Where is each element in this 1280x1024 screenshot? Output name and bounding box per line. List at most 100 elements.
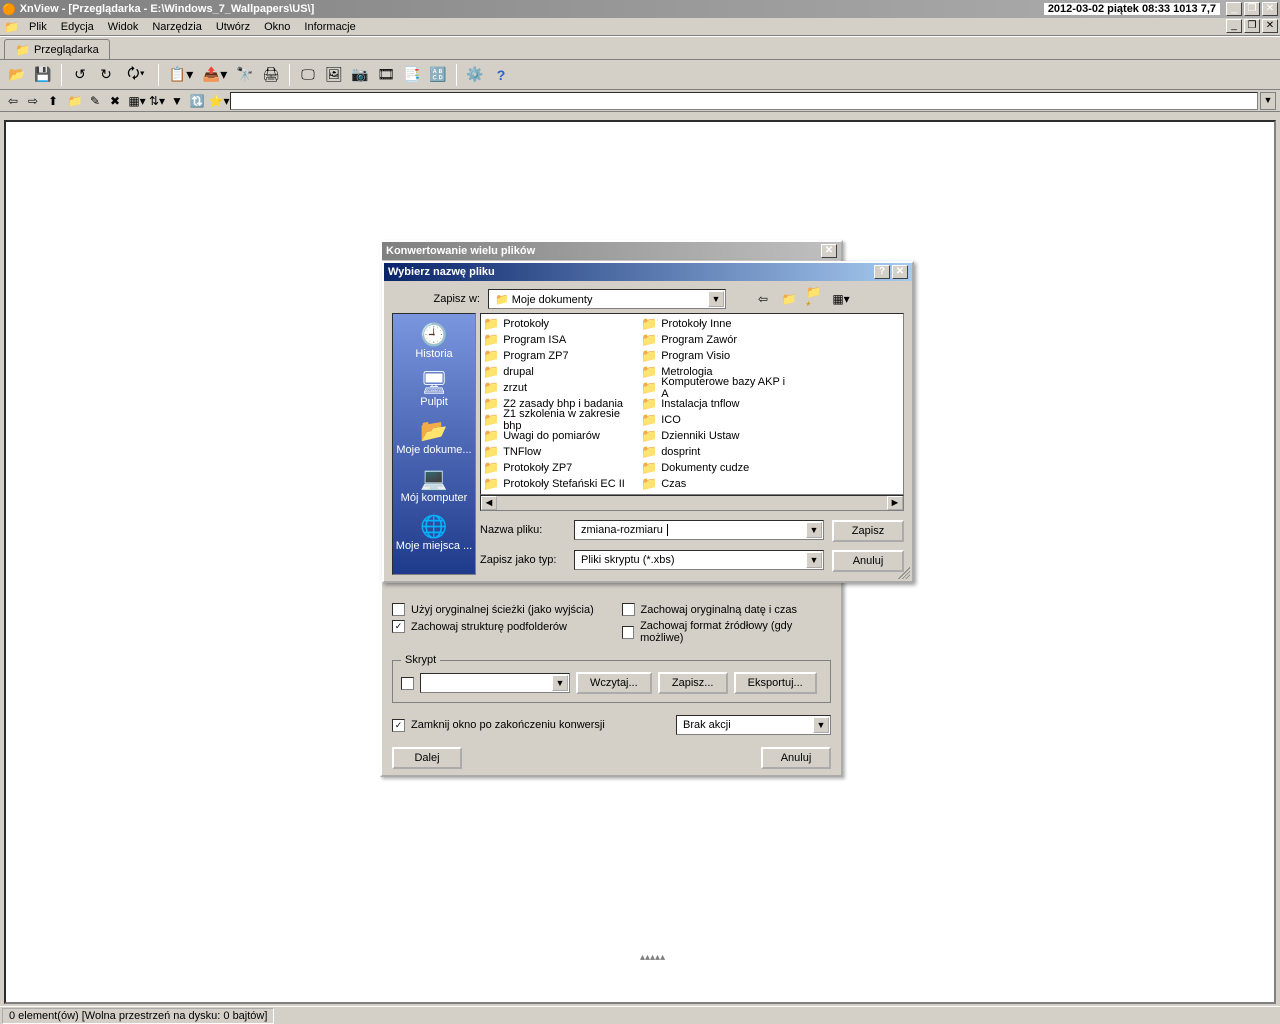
folder-item[interactable]: 📁Dzienniki Ustaw bbox=[641, 428, 791, 444]
new-folder-icon[interactable]: 📁 bbox=[66, 92, 84, 110]
scroll-right-icon[interactable]: ► bbox=[887, 496, 903, 510]
place-history[interactable]: 🕘Historia bbox=[393, 320, 475, 364]
folder-item[interactable]: 📁Uwagi do pomiarów bbox=[483, 428, 633, 444]
print-icon[interactable]: 🖨 bbox=[260, 64, 282, 86]
folder-item[interactable]: 📁Komputerowe bazy AKP i A bbox=[641, 380, 791, 396]
dialog-resize-grip[interactable] bbox=[898, 567, 910, 579]
back-icon[interactable]: ⇦ bbox=[4, 92, 22, 110]
script-select[interactable]: ▼ bbox=[420, 673, 570, 693]
folder-item[interactable]: 📁zrzut bbox=[483, 380, 633, 396]
settings-icon[interactable]: ⚙️ bbox=[464, 64, 486, 86]
refresh-cw-icon[interactable]: ↻ bbox=[95, 64, 117, 86]
menu-edit[interactable]: Edycja bbox=[54, 20, 101, 34]
filter-icon[interactable]: ▼ bbox=[168, 92, 186, 110]
folder-item[interactable]: 📁TNFlow bbox=[483, 444, 633, 460]
nav-up-icon[interactable]: 📁 bbox=[780, 290, 798, 308]
copy-to-icon[interactable]: 📋▾ bbox=[166, 64, 196, 86]
file-dialog-close-icon[interactable]: ✕ bbox=[892, 265, 908, 279]
save-icon[interactable]: 💾 bbox=[32, 64, 54, 86]
folder-item[interactable]: 📁dosprint bbox=[641, 444, 791, 460]
folder-item[interactable]: 📁Czas bbox=[641, 476, 791, 492]
file-dialog-help-icon[interactable]: ? bbox=[874, 265, 890, 279]
forward-icon[interactable]: ⇨ bbox=[24, 92, 42, 110]
address-input[interactable] bbox=[230, 92, 1258, 110]
btn-script-load[interactable]: Wczytaj... bbox=[576, 672, 652, 694]
tab-browser[interactable]: 📁 Przeglądarka bbox=[4, 39, 110, 59]
compare-icon[interactable]: 🖼 bbox=[323, 64, 345, 86]
filename-input[interactable]: zmiana-rozmiaru ▼ bbox=[574, 520, 824, 540]
chk-keep-subfolders[interactable]: ✓ bbox=[392, 620, 405, 633]
btn-script-save[interactable]: Zapisz... bbox=[658, 672, 728, 694]
pane-resize-grip[interactable]: ▴▴▴▴▴ bbox=[640, 952, 665, 963]
file-list[interactable]: 📁Protokoły📁Program ISA📁Program ZP7📁drupa… bbox=[480, 313, 904, 495]
open-icon[interactable]: 📂 bbox=[6, 64, 28, 86]
folder-item[interactable]: 📁Protokoły ZP7 bbox=[483, 460, 633, 476]
minimize-button[interactable]: _ bbox=[1226, 2, 1242, 16]
file-list-hscroll[interactable]: ◄ ► bbox=[480, 495, 904, 511]
folder-item[interactable]: 📁Instalacja tnflow bbox=[641, 396, 791, 412]
filetype-select[interactable]: Pliki skryptu (*.xbs) ▼ bbox=[574, 550, 824, 570]
scroll-left-icon[interactable]: ◄ bbox=[481, 496, 497, 510]
btn-cancel[interactable]: Anuluj bbox=[761, 747, 831, 769]
up-icon[interactable]: ⬆ bbox=[44, 92, 62, 110]
chk-close-after[interactable]: ✓ bbox=[392, 719, 405, 732]
batch-titlebar[interactable]: Konwertowanie wielu plików ✕ bbox=[382, 242, 841, 260]
batch-convert-icon[interactable]: 📑 bbox=[401, 64, 423, 86]
folder-item[interactable]: 📁Protokoły Stefański EC II bbox=[483, 476, 633, 492]
place-mycomputer[interactable]: 💻Mój komputer bbox=[393, 464, 475, 508]
nav-newfolder-icon[interactable]: 📁* bbox=[806, 290, 824, 308]
delete-icon[interactable]: ✖ bbox=[106, 92, 124, 110]
chk-use-orig-path[interactable] bbox=[392, 603, 405, 616]
refresh-ccw-icon[interactable]: ↺ bbox=[69, 64, 91, 86]
nav-back-icon[interactable]: ⇦ bbox=[754, 290, 772, 308]
folder-item[interactable]: 📁Program ZP7 bbox=[483, 348, 633, 364]
close-button[interactable]: ✕ bbox=[1262, 2, 1278, 16]
mdi-restore-button[interactable]: ❐ bbox=[1244, 19, 1260, 33]
btn-cancel[interactable]: Anuluj bbox=[832, 550, 904, 572]
help-icon[interactable]: ? bbox=[490, 64, 512, 86]
mdi-close-button[interactable]: ✕ bbox=[1262, 19, 1278, 33]
folder-item[interactable]: 📁Program ISA bbox=[483, 332, 633, 348]
menu-create[interactable]: Utwórz bbox=[209, 20, 257, 34]
after-action-select[interactable]: Brak akcji ▼ bbox=[676, 715, 831, 735]
save-in-select[interactable]: 📁 Moje dokumenty ▼ bbox=[488, 289, 726, 309]
menu-view[interactable]: Widok bbox=[101, 20, 146, 34]
btn-next[interactable]: Dalej bbox=[392, 747, 462, 769]
capture-icon[interactable]: 📷 bbox=[349, 64, 371, 86]
menu-file[interactable]: Plik bbox=[22, 20, 54, 34]
file-dialog-titlebar[interactable]: Wybierz nazwę pliku ? ✕ bbox=[384, 263, 912, 281]
slideshow-icon[interactable]: 🎞 bbox=[375, 64, 397, 86]
menu-tools[interactable]: Narzędzia bbox=[145, 20, 209, 34]
folder-item[interactable]: 📁ICO bbox=[641, 412, 791, 428]
folder-item[interactable]: 📁Program Visio bbox=[641, 348, 791, 364]
folder-item[interactable]: 📁drupal bbox=[483, 364, 633, 380]
recurse-icon[interactable]: 🔃 bbox=[188, 92, 206, 110]
folder-item[interactable]: 📁Z1 szkolenia w zakresie bhp bbox=[483, 412, 633, 428]
folder-item[interactable]: 📁Dokumenty cudze bbox=[641, 460, 791, 476]
favorites-icon[interactable]: ⭐▾ bbox=[210, 92, 228, 110]
place-desktop[interactable]: 🖥Pulpit bbox=[393, 368, 475, 412]
place-network[interactable]: 🌐Moje miejsca ... bbox=[393, 512, 475, 556]
edit-icon[interactable]: ✎ bbox=[86, 92, 104, 110]
mdi-minimize-button[interactable]: _ bbox=[1226, 19, 1242, 33]
batch-rename-icon[interactable]: 🔠 bbox=[427, 64, 449, 86]
view-mode-icon[interactable]: ▦▾ bbox=[128, 92, 146, 110]
address-dropdown-icon[interactable]: ▼ bbox=[1260, 92, 1276, 110]
menu-window[interactable]: Okno bbox=[257, 20, 297, 34]
move-to-icon[interactable]: 📤▾ bbox=[200, 64, 230, 86]
btn-save[interactable]: Zapisz bbox=[832, 520, 904, 542]
binoculars-icon[interactable]: 🔭 bbox=[234, 64, 256, 86]
batch-close-icon[interactable]: ✕ bbox=[821, 244, 837, 258]
rotate-icon[interactable]: 🗘▾ bbox=[121, 64, 151, 86]
folder-item[interactable]: 📁Protokoły bbox=[483, 316, 633, 332]
folder-item[interactable]: 📁Protokoły Inne bbox=[641, 316, 791, 332]
menu-help[interactable]: Informacje bbox=[297, 20, 362, 34]
sort-icon[interactable]: ⇅▾ bbox=[148, 92, 166, 110]
chk-keep-format[interactable] bbox=[622, 626, 635, 639]
chk-keep-date[interactable] bbox=[622, 603, 635, 616]
fullscreen-icon[interactable]: 🖵 bbox=[297, 64, 319, 86]
nav-viewmenu-icon[interactable]: ▦▾ bbox=[832, 290, 850, 308]
chk-script-enable[interactable] bbox=[401, 677, 414, 690]
btn-script-export[interactable]: Eksportuj... bbox=[734, 672, 817, 694]
folder-item[interactable]: 📁Program Zawór bbox=[641, 332, 791, 348]
